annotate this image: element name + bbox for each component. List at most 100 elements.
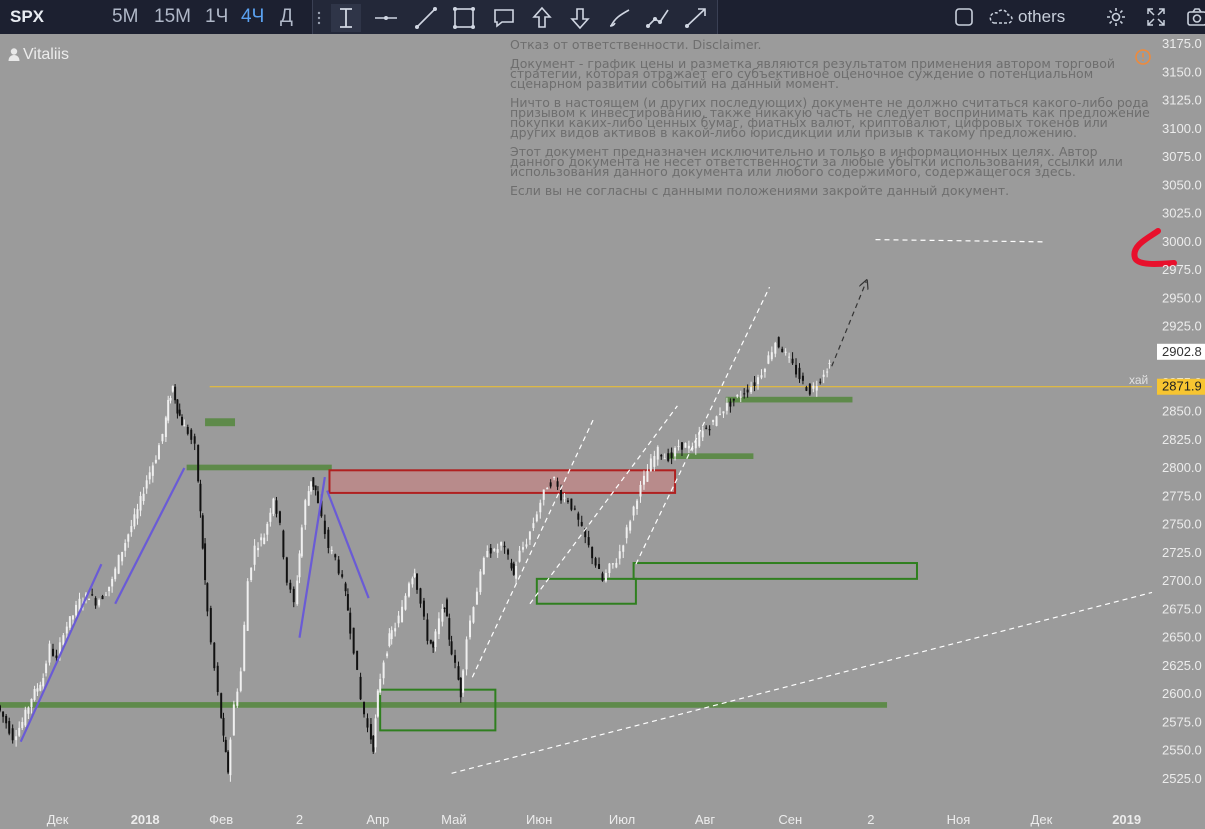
candle-body: [167, 399, 170, 421]
candle-body: [133, 514, 136, 527]
author-label[interactable]: Vitaliis: [8, 46, 69, 64]
gear-icon[interactable]: [1104, 5, 1128, 29]
candle-body: [808, 383, 811, 395]
candle-body: [282, 530, 285, 558]
candle-body: [767, 355, 770, 364]
price-tick-label: 2775.0: [1162, 488, 1202, 503]
price-tick-label: 2625.0: [1162, 658, 1202, 673]
candle-body: [819, 381, 822, 383]
arrow-up-icon[interactable]: [527, 4, 557, 32]
drag-handle-icon[interactable]: [315, 4, 323, 32]
candle-body: [784, 351, 787, 353]
horizontal-line-icon[interactable]: [371, 4, 401, 32]
candle-body: [8, 721, 11, 734]
others-label: others: [1018, 7, 1066, 26]
candle-body: [632, 506, 635, 516]
candle-body: [482, 557, 485, 575]
price-tick-label: 2725.0: [1162, 545, 1202, 560]
alert-clock-icon[interactable]: [1134, 48, 1152, 66]
cursor-text-icon[interactable]: [331, 4, 361, 32]
candle-body: [91, 594, 94, 596]
camera-icon[interactable]: [1185, 5, 1205, 29]
candle-body: [397, 615, 400, 624]
support-zone-bar[interactable]: [186, 464, 332, 471]
candle-body: [432, 642, 435, 648]
candle-body: [307, 491, 310, 506]
candle-body: [229, 739, 232, 776]
candle-body: [781, 348, 784, 353]
price-tick-label: 2975.0: [1162, 262, 1202, 277]
candle-body: [805, 387, 808, 391]
timeframe-4h[interactable]: 4Ч: [241, 6, 264, 28]
candle-body: [705, 427, 708, 429]
candle-body: [715, 416, 718, 426]
candle-body: [104, 594, 107, 596]
candle-body: [148, 472, 151, 480]
rectangle-icon[interactable]: [449, 4, 479, 32]
candle-body: [298, 553, 301, 578]
candle-body: [250, 567, 253, 581]
candle-body: [278, 511, 281, 523]
candle-body: [369, 724, 372, 740]
time-tick-label: 2019: [1112, 812, 1141, 827]
candle-body: [356, 650, 359, 670]
price-tick-label: 3100.0: [1162, 121, 1202, 136]
arrow-down-icon[interactable]: [565, 4, 595, 32]
callout-icon[interactable]: [489, 4, 519, 32]
symbol-label[interactable]: SPX: [10, 7, 44, 27]
candle-body: [459, 677, 462, 698]
candle-body: [422, 600, 425, 617]
path-icon[interactable]: [643, 4, 673, 32]
candle-body: [826, 371, 829, 373]
time-tick-label: Сен: [778, 812, 802, 827]
price-tick-label: 3025.0: [1162, 206, 1202, 221]
candle-body: [117, 555, 120, 574]
candle-body: [114, 568, 117, 580]
price-tick-label: 2600.0: [1162, 686, 1202, 701]
timeframe-5m[interactable]: 5M: [112, 6, 138, 28]
support-zone-bar[interactable]: [0, 702, 888, 708]
candle-body: [528, 531, 531, 540]
candle-body: [454, 655, 457, 663]
resistance-zone-box[interactable]: [328, 469, 677, 494]
candle-body: [712, 420, 715, 422]
candle-body: [507, 549, 510, 555]
trend-line-icon[interactable]: [411, 4, 441, 32]
candle-body: [570, 498, 573, 510]
square-icon[interactable]: [952, 5, 976, 29]
candle-body: [304, 500, 307, 525]
candle-body: [213, 642, 216, 669]
price-tick-label: 2950.0: [1162, 290, 1202, 305]
candle-body: [366, 718, 369, 728]
price-tick-label: 2525.0: [1162, 771, 1202, 786]
support-zone-bar[interactable]: [205, 418, 236, 427]
price-tick-label: 3050.0: [1162, 177, 1202, 192]
timeframe-15m[interactable]: 15M: [154, 6, 191, 28]
support-zone-bar[interactable]: [725, 396, 853, 403]
price-tick-label: 2925.0: [1162, 319, 1202, 334]
candle-body: [272, 498, 275, 514]
candle-body: [701, 430, 704, 438]
candle-body: [142, 493, 145, 501]
candle-body: [674, 447, 677, 457]
candle-body: [750, 387, 753, 393]
time-tick-label: Июл: [609, 812, 635, 827]
support-zone-bar[interactable]: [668, 453, 754, 459]
fullscreen-icon[interactable]: [1144, 5, 1168, 29]
candle-body: [201, 515, 204, 549]
candle-body: [546, 487, 549, 490]
timeframe-day[interactable]: Д: [280, 6, 293, 28]
candle-body: [426, 619, 429, 641]
arrow-line-icon[interactable]: [681, 4, 711, 32]
candle-body: [736, 395, 739, 397]
price-tick-label: 3125.0: [1162, 93, 1202, 108]
disclaimer-paragraph: Ничто в настоящем (и других последующих)…: [510, 95, 1150, 140]
candle-body: [822, 374, 825, 377]
candle-body: [68, 616, 71, 628]
candle-body: [573, 508, 576, 510]
timeframe-1h[interactable]: 1Ч: [205, 6, 228, 28]
candle-body: [139, 496, 142, 511]
candle-body: [437, 618, 440, 635]
candle-body: [746, 389, 749, 393]
brush-icon[interactable]: [605, 4, 635, 32]
